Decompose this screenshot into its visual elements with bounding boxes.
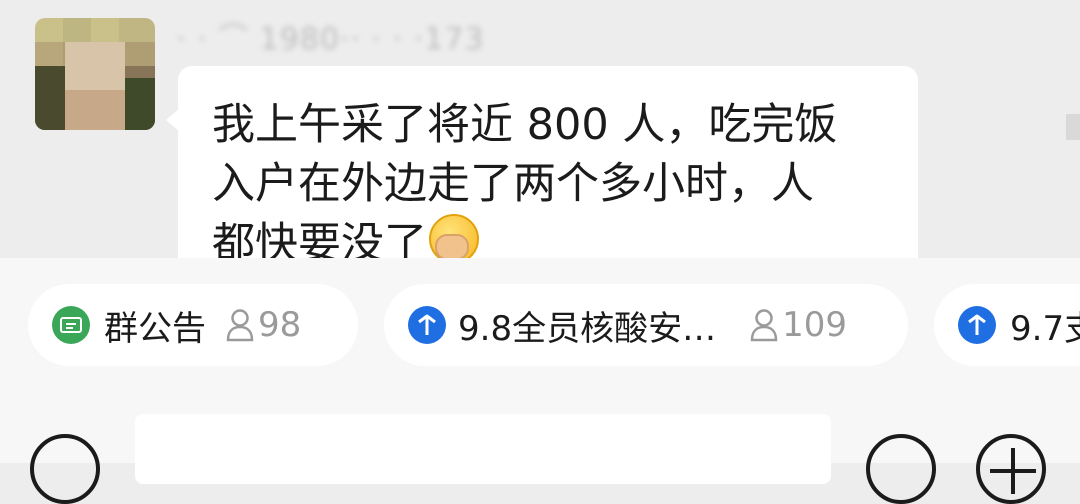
person-icon <box>226 309 254 342</box>
message-line-2: 入户在外边走了两个多小时，人 <box>212 159 814 209</box>
pill-pinned-message-2[interactable]: 9.7支 <box>934 284 1080 366</box>
scroll-indicator <box>1066 114 1080 140</box>
input-bar <box>0 390 1080 504</box>
announcement-icon <box>52 306 90 344</box>
avatar-pixel <box>65 90 125 130</box>
person-icon <box>750 309 778 342</box>
quick-pill-bar: 群公告 98 9.8全员核酸安… 109 9.7支 <box>0 258 1080 390</box>
plus-icon[interactable] <box>976 434 1046 504</box>
pin-icon <box>408 306 446 344</box>
chat-area: · · ⌒ 1980·· · · ·173 我上午采了将近 800 人，吃完饭入… <box>0 0 1080 258</box>
avatar-pixel <box>125 78 155 130</box>
pill-announcement[interactable]: 群公告 98 <box>28 284 358 366</box>
sender-name: · · ⌒ 1980·· · · ·173 <box>176 22 485 57</box>
avatar-pixel <box>65 42 125 90</box>
message-input[interactable] <box>135 414 831 484</box>
avatar-pixel <box>35 66 65 130</box>
pill-label: 9.8全员核酸安… <box>458 308 717 349</box>
voice-icon[interactable] <box>30 434 100 504</box>
message-bubble[interactable]: 我上午采了将近 800 人，吃完饭 入户在外边走了两个多小时，人都快要没了 <box>178 66 918 258</box>
message-line-3: 都快要没了 <box>212 219 427 258</box>
pin-icon <box>958 306 996 344</box>
smile-icon[interactable] <box>866 434 936 504</box>
pill-label: 群公告 <box>104 308 206 349</box>
pill-label: 9.7支 <box>1010 308 1080 349</box>
message-text: 我上午采了将近 800 人，吃完饭 入户在外边走了两个多小时，人都快要没了 <box>212 96 892 258</box>
message-line-1: 我上午采了将近 800 人，吃完饭 <box>212 100 838 150</box>
viewer-count: 98 <box>226 305 301 345</box>
viewer-count-value: 109 <box>782 305 847 345</box>
face-palm-emoji-icon <box>429 214 479 258</box>
viewer-count-value: 98 <box>258 305 302 345</box>
pill-pinned-message[interactable]: 9.8全员核酸安… 109 <box>384 284 908 366</box>
viewer-count: 109 <box>750 305 847 345</box>
sender-avatar[interactable] <box>35 18 155 130</box>
